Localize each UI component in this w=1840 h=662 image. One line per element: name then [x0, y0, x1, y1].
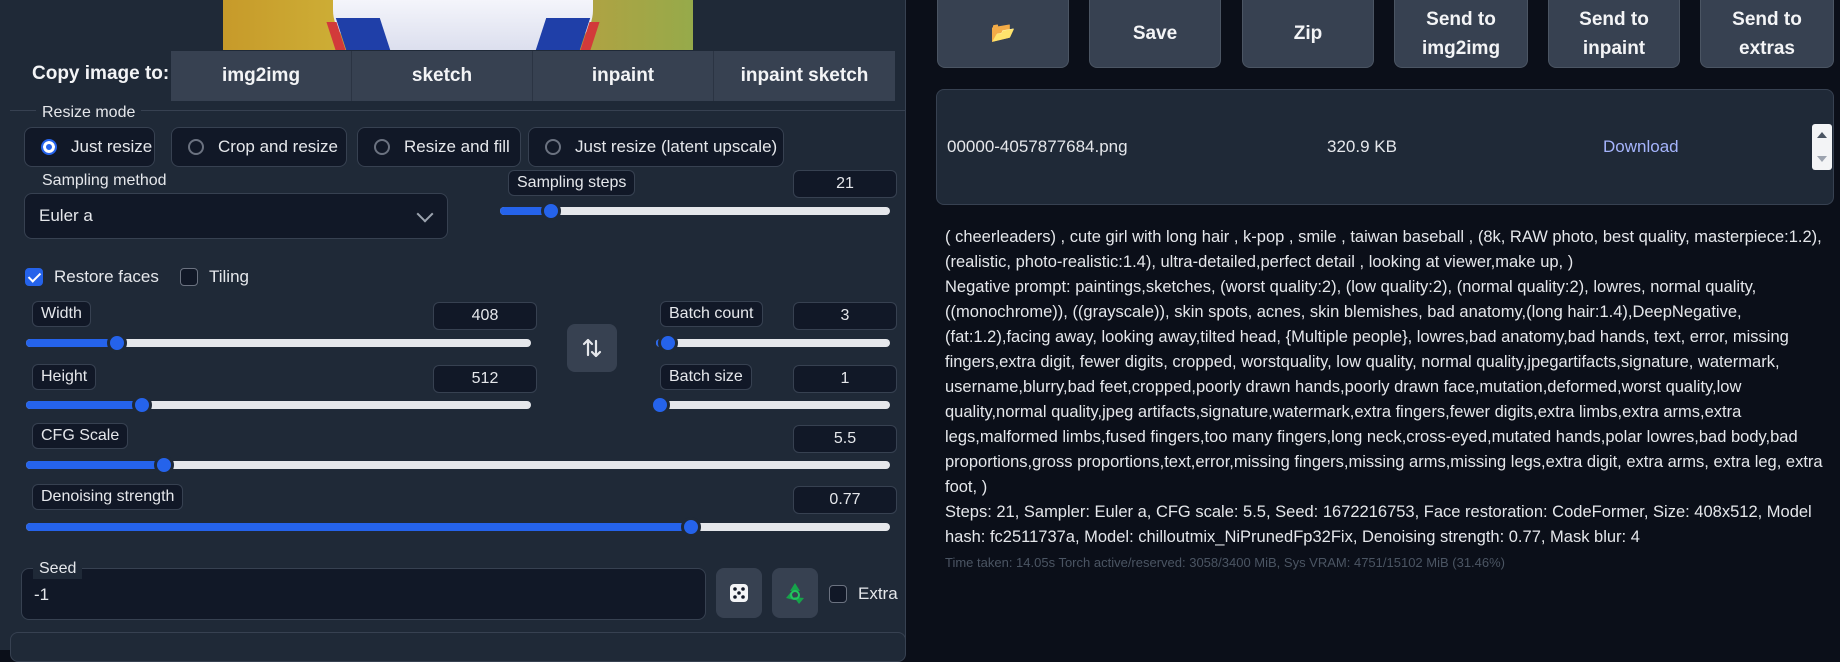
prompt-text: ( cheerleaders) , cute girl with long ha… — [945, 228, 1822, 271]
random-seed-button[interactable] — [716, 568, 762, 618]
radio-label: Resize and fill — [404, 137, 510, 156]
radio-icon — [188, 139, 204, 155]
folder-icon: 📂 — [990, 22, 1016, 44]
send-to-inpaint-button[interactable]: Send to inpaint — [1548, 0, 1680, 68]
file-size: 320.9 KB — [1327, 137, 1397, 156]
generation-info: ( cheerleaders) , cute girl with long ha… — [945, 225, 1825, 550]
slider-thumb[interactable] — [657, 333, 678, 353]
radio-selected-icon — [41, 139, 57, 155]
denoising-strength-input[interactable]: 0.77 — [793, 486, 897, 514]
extra-seed-checkbox[interactable] — [829, 585, 847, 603]
sampling-method-label: Sampling method — [36, 171, 173, 191]
sampling-method-dropdown[interactable]: Euler a — [24, 193, 448, 239]
sampling-steps-input[interactable]: 21 — [793, 170, 897, 198]
seed-field[interactable] — [21, 568, 706, 620]
batch-count-slider[interactable] — [656, 333, 890, 353]
zip-button[interactable]: Zip — [1242, 0, 1374, 68]
batch-size-input[interactable]: 1 — [793, 365, 897, 393]
copy-to-inpaint-sketch-button[interactable]: inpaint sketch — [714, 51, 895, 101]
send-to-extras-button[interactable]: Send to extras — [1700, 0, 1834, 68]
slider-thumb[interactable] — [540, 201, 561, 221]
batch-count-input[interactable]: 3 — [793, 302, 897, 330]
height-label: Height — [32, 364, 97, 390]
radio-icon — [545, 139, 561, 155]
file-scrollbar[interactable] — [1812, 124, 1832, 170]
width-input[interactable]: 408 — [433, 302, 537, 330]
generation-params-text: Steps: 21, Sampler: Euler a, CFG scale: … — [945, 503, 1812, 546]
copy-to-inpaint-button[interactable]: inpaint — [533, 51, 714, 101]
open-folder-button[interactable]: 📂 — [937, 0, 1069, 68]
slider-thumb[interactable] — [132, 395, 153, 415]
batch-size-slider[interactable] — [650, 395, 890, 415]
batch-count-label: Batch count — [660, 301, 763, 327]
width-label: Width — [32, 301, 91, 327]
tiling-label: Tiling — [209, 267, 249, 286]
sampling-steps-label: Sampling steps — [508, 170, 636, 196]
height-slider[interactable] — [26, 395, 531, 415]
recycle-icon — [786, 583, 804, 604]
swap-icon — [582, 338, 602, 358]
radio-icon — [374, 139, 390, 155]
sampling-steps-slider[interactable] — [500, 201, 890, 221]
slider-fill — [26, 339, 117, 347]
tiling-checkbox[interactable] — [180, 268, 198, 286]
radio-label: Just resize (latent upscale) — [575, 137, 778, 156]
swap-dimensions-button[interactable] — [567, 324, 617, 372]
save-button[interactable]: Save — [1089, 0, 1221, 68]
copy-image-label: Copy image to: — [32, 63, 170, 84]
scroll-up-icon — [1817, 132, 1827, 138]
chevron-down-icon — [416, 205, 434, 223]
seed-label: Seed — [33, 559, 83, 579]
radio-label: Just resize — [71, 137, 153, 156]
width-slider[interactable] — [26, 333, 531, 353]
divider — [10, 110, 906, 111]
resize-mode-crop-and-resize[interactable]: Crop and resize — [171, 127, 347, 167]
slider-fill — [26, 461, 165, 469]
resize-mode-label: Resize mode — [36, 103, 142, 123]
copy-to-img2img-button[interactable]: img2img — [171, 51, 352, 101]
extra-seed-label: Extra — [858, 584, 898, 603]
slider-fill — [26, 401, 143, 409]
radio-label: Crop and resize — [218, 137, 339, 156]
sampling-method-value: Euler a — [39, 206, 93, 225]
generated-image-preview[interactable] — [223, 0, 693, 50]
file-name: 00000-4057877684.png — [947, 137, 1128, 156]
resize-mode-just-resize[interactable]: Just resize — [24, 127, 155, 167]
resize-mode-latent-upscale[interactable]: Just resize (latent upscale) — [528, 127, 784, 167]
reuse-seed-button[interactable] — [772, 568, 818, 618]
restore-faces-label: Restore faces — [54, 267, 159, 286]
scroll-down-icon — [1817, 156, 1827, 162]
slider-thumb[interactable] — [106, 333, 127, 353]
restore-faces-checkbox[interactable] — [25, 268, 43, 286]
denoising-strength-slider[interactable] — [26, 517, 890, 537]
copy-to-sketch-button[interactable]: sketch — [352, 51, 533, 101]
denoising-strength-label: Denoising strength — [32, 484, 184, 510]
performance-info: Time taken: 14.05s Torch active/reserved… — [945, 555, 1506, 570]
height-input[interactable]: 512 — [433, 365, 537, 393]
cfg-scale-input[interactable]: 5.5 — [793, 425, 897, 453]
seed-input[interactable]: -1 — [34, 585, 49, 605]
slider-thumb[interactable] — [650, 395, 670, 415]
send-to-img2img-button[interactable]: Send to img2img — [1394, 0, 1528, 68]
batch-size-label: Batch size — [660, 364, 752, 390]
download-link[interactable]: Download — [1603, 137, 1679, 157]
negative-prompt-text: Negative prompt: paintings,sketches, (wo… — [945, 278, 1823, 496]
section-bottom — [10, 632, 906, 662]
slider-fill — [26, 523, 692, 531]
cfg-scale-slider[interactable] — [26, 455, 890, 475]
cfg-scale-label: CFG Scale — [32, 423, 129, 449]
resize-mode-resize-and-fill[interactable]: Resize and fill — [357, 127, 521, 167]
dice-icon — [730, 584, 748, 602]
